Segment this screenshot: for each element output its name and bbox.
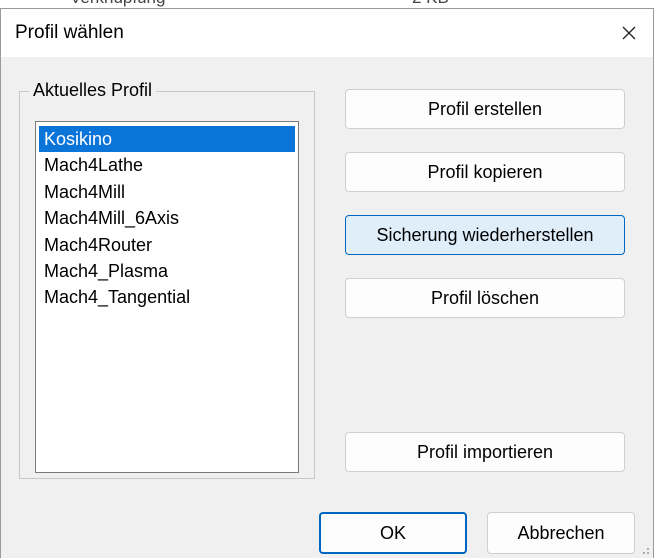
import-profile-button[interactable]: Profil importieren xyxy=(345,432,625,472)
list-item[interactable]: Mach4_Tangential xyxy=(39,284,295,310)
background-file-type: Verknüpfung xyxy=(70,0,165,8)
list-item[interactable]: Mach4_Plasma xyxy=(39,258,295,284)
list-item[interactable]: Mach4Mill_6Axis xyxy=(39,205,295,231)
background-window-strip: Verknüpfung 2 KB xyxy=(0,0,656,8)
create-profile-button[interactable]: Profil erstellen xyxy=(345,89,625,129)
profile-dialog: Profil wählen Aktuelles Profil Kosikino M… xyxy=(0,8,654,558)
list-item[interactable]: Kosikino xyxy=(39,126,295,153)
dialog-title: Profil wählen xyxy=(15,22,124,43)
copy-profile-button[interactable]: Profil kopieren xyxy=(345,152,625,192)
list-item[interactable]: Mach4Mill xyxy=(39,179,295,205)
restore-backup-button[interactable]: Sicherung wiederherstellen xyxy=(345,215,625,255)
list-item[interactable]: Mach4Lathe xyxy=(39,152,295,178)
delete-profile-button[interactable]: Profil löschen xyxy=(345,278,625,318)
background-file-size: 2 KB xyxy=(412,0,449,8)
close-button[interactable] xyxy=(609,15,649,51)
list-item[interactable]: Mach4Router xyxy=(39,232,295,258)
ok-button[interactable]: OK xyxy=(319,512,467,554)
current-profile-label: Aktuelles Profil xyxy=(29,80,157,101)
cancel-button[interactable]: Abbrechen xyxy=(487,512,635,554)
title-bar: Profil wählen xyxy=(1,9,653,57)
close-icon xyxy=(622,26,636,40)
profile-listbox[interactable]: Kosikino Mach4Lathe Mach4Mill Mach4Mill_6Ax… xyxy=(35,121,299,473)
resize-grip-icon[interactable] xyxy=(637,542,651,556)
